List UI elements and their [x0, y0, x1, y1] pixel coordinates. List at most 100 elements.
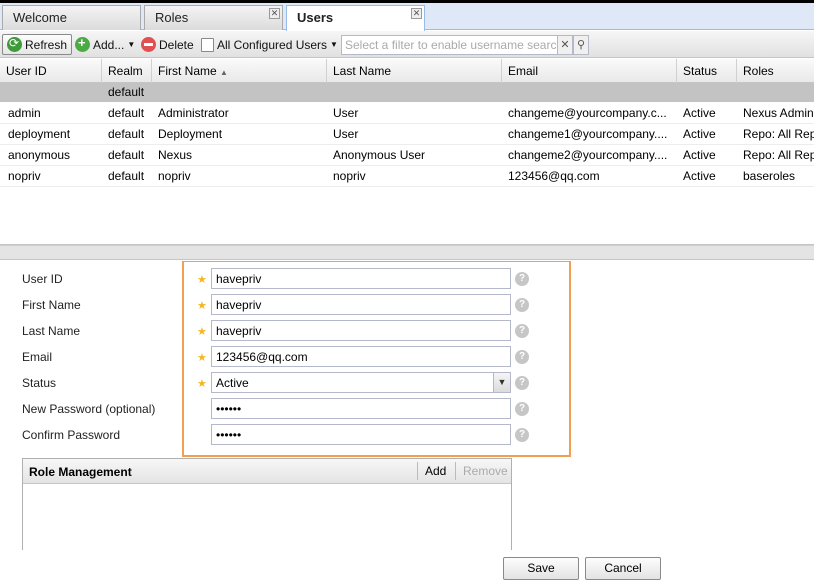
confirm-password-label: Confirm Password [22, 428, 121, 442]
clear-icon[interactable]: ✕ [557, 35, 573, 55]
cell-email: changeme@yourcompany.c... [508, 106, 667, 120]
cell-first-name: Nexus [158, 148, 193, 162]
cell-first-name: Administrator [158, 106, 229, 120]
last-name-field[interactable]: havepriv [211, 320, 511, 341]
search-icon[interactable]: ⚲ [573, 35, 589, 55]
close-icon[interactable]: ✕ [269, 8, 280, 19]
first-name-field[interactable]: havepriv [211, 294, 511, 315]
cell-roles: baseroles [743, 169, 796, 183]
tab-welcome[interactable]: Welcome [2, 5, 141, 30]
cell-last-name: Anonymous User [333, 148, 426, 162]
tab-users[interactable]: Users ✕ [286, 5, 425, 31]
chevron-down-icon[interactable]: ▼ [493, 373, 510, 392]
group-row[interactable]: default [0, 83, 814, 102]
cell-realm: default [108, 106, 145, 120]
tab-welcome-label: Welcome [13, 10, 67, 25]
refresh-button[interactable]: Refresh [2, 34, 73, 55]
table-row[interactable]: deployment default Deployment User chang… [0, 124, 814, 145]
email-value: 123456@qq.com [216, 350, 308, 364]
status-label: Status [22, 376, 57, 390]
confirm-password-field[interactable]: •••••• [211, 424, 511, 445]
column-header-roles[interactable]: Roles [737, 59, 814, 83]
refresh-icon [7, 36, 22, 52]
confirm-password-value: •••••• [216, 428, 242, 442]
cell-last-name: User [333, 127, 359, 141]
save-label: Save [527, 561, 555, 575]
status-select[interactable]: Active ▼ [211, 372, 511, 393]
cancel-button[interactable]: Cancel [585, 557, 661, 580]
table-row[interactable]: anonymous default Nexus Anonymous User c… [0, 145, 814, 166]
refresh-label: Refresh [25, 37, 68, 52]
top-border [0, 0, 814, 3]
cell-first-name: Deployment [158, 127, 223, 141]
search-placeholder: Select a filter to enable username searc… [345, 38, 558, 52]
user-id-field[interactable]: havepriv [211, 268, 511, 289]
tab-roles[interactable]: Roles ✕ [144, 5, 283, 30]
column-header-status[interactable]: Status [677, 59, 737, 83]
table-row[interactable]: admin default Administrator User changem… [0, 103, 814, 124]
tab-roles-label: Roles [155, 10, 189, 25]
caret-down-icon: ▼ [330, 40, 338, 49]
column-header-user-id[interactable]: User ID [0, 59, 102, 83]
role-management-title: Role Management [29, 465, 132, 479]
new-password-field[interactable]: •••••• [211, 398, 511, 419]
new-password-value: •••••• [216, 402, 242, 416]
help-icon[interactable]: ? [515, 350, 529, 364]
cell-realm: default [108, 148, 145, 162]
cancel-label: Cancel [604, 561, 642, 575]
search-input[interactable]: Select a filter to enable username searc… [341, 35, 558, 55]
cell-roles: Nexus Admin [743, 106, 814, 120]
column-header-realm[interactable]: Realm [102, 59, 152, 83]
last-name-value: havepriv [216, 324, 262, 338]
cell-roles: Repo: All Rep [743, 127, 814, 141]
save-button[interactable]: Save [503, 557, 579, 580]
user-filter-label: All Configured Users [217, 37, 328, 52]
add-role-button[interactable]: Add [417, 462, 452, 480]
help-icon[interactable]: ? [515, 298, 529, 312]
column-header-label: Last Name [333, 64, 392, 78]
tab-bar: Welcome Roles ✕ Users ✕ [0, 0, 814, 31]
required-star-icon: ★ [197, 274, 207, 286]
column-header-label: User ID [6, 64, 47, 78]
column-header-label: First Name [158, 64, 217, 78]
help-icon[interactable]: ? [515, 428, 529, 442]
help-icon[interactable]: ? [515, 376, 529, 390]
required-star-icon: ★ [197, 352, 207, 364]
caret-down-icon: ▼ [127, 40, 136, 49]
remove-role-button[interactable]: Remove [455, 462, 514, 480]
cell-realm: default [108, 169, 145, 183]
cell-user-id: nopriv [8, 169, 41, 183]
cell-email: changeme1@yourcompany.... [508, 127, 668, 141]
column-header-first-name[interactable]: First Name ▲ [152, 59, 327, 83]
cell-status: Active [683, 169, 716, 183]
help-icon[interactable]: ? [515, 272, 529, 286]
user-id-value: havepriv [216, 272, 262, 286]
first-name-value: havepriv [216, 298, 262, 312]
column-header-last-name[interactable]: Last Name [327, 59, 502, 83]
grid-header: User ID Realm First Name ▲ Last Name Ema… [0, 59, 814, 83]
help-icon[interactable]: ? [515, 324, 529, 338]
new-password-label: New Password (optional) [22, 402, 156, 416]
table-row[interactable]: nopriv default nopriv nopriv 123456@qq.c… [0, 166, 814, 187]
first-name-label: First Name [22, 298, 81, 312]
cell-last-name: nopriv [333, 169, 366, 183]
column-header-label: Realm [108, 64, 143, 78]
user-filter-dropdown[interactable]: All Configured Users ▼ [197, 34, 342, 55]
add-label: Add... [93, 37, 125, 52]
close-icon[interactable]: ✕ [411, 8, 422, 19]
help-icon[interactable]: ? [515, 402, 529, 416]
add-button[interactable]: Add... ▼ [71, 34, 139, 55]
column-header-label: Roles [743, 64, 774, 78]
cell-realm: default [108, 127, 145, 141]
panel-splitter[interactable] [0, 245, 814, 260]
cell-email: changeme2@yourcompany.... [508, 148, 668, 162]
sort-ascending-icon: ▲ [220, 68, 228, 77]
email-field[interactable]: 123456@qq.com [211, 346, 511, 367]
column-header-email[interactable]: Email [502, 59, 677, 83]
delete-label: Delete [159, 37, 194, 52]
role-management-header: Role Management Add Remove [23, 459, 511, 484]
email-label: Email [22, 350, 53, 364]
delete-button[interactable]: Delete [137, 34, 198, 55]
toolbar: Refresh Add... ▼ Delete All Configured U… [0, 31, 814, 58]
cell-user-id: anonymous [8, 148, 71, 162]
